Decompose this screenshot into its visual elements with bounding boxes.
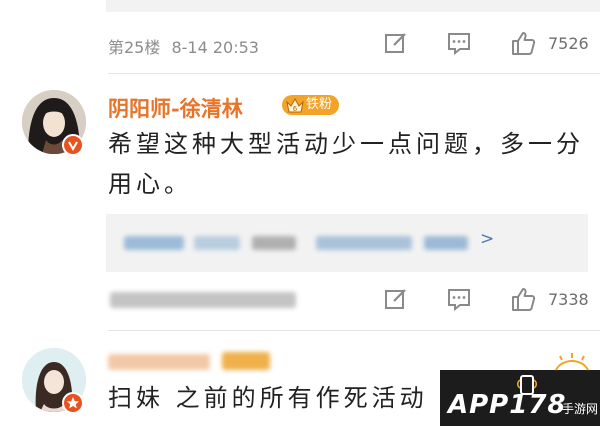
comment-icon[interactable]: [446, 30, 472, 56]
watermark-subtitle: 手游网: [562, 402, 599, 416]
reply-preview-redacted: [316, 236, 412, 250]
verified-badge-icon: [62, 392, 84, 414]
previous-reply-box: [106, 0, 600, 12]
like-icon[interactable]: [510, 30, 536, 56]
prev-floor-info: 第25楼 8-14 20:53: [108, 34, 259, 58]
reply-preview-redacted: [424, 236, 468, 250]
comment-text: 希望这种大型活动少一点问题，多一分用心。: [108, 130, 584, 198]
floor-info-redacted: [110, 292, 296, 308]
reply-preview-arrow[interactable]: >: [480, 229, 494, 249]
reply-preview-redacted: [124, 236, 184, 250]
decoration-icon: [555, 353, 589, 371]
watermark-brand: APP178: [448, 390, 567, 420]
weibo-comment-thread: 第25楼 8-14 20:53 7526 阴阳师-徐清林 6 铁粉 希望这种大型…: [0, 0, 600, 426]
reply-preview-box[interactable]: >: [106, 214, 588, 272]
floor-label: 第25楼: [108, 38, 161, 57]
like-icon[interactable]: [510, 286, 536, 312]
app178-watermark: APP178 手游网: [440, 370, 600, 426]
fan-crown-icon: 6: [286, 97, 304, 113]
like-count: 7338: [548, 290, 589, 309]
prev-comment-action-row: 第25楼 8-14 20:53 7526: [0, 26, 600, 66]
username-redacted: [108, 354, 210, 370]
verified-badge-icon: [62, 134, 84, 156]
badge-redacted: [222, 352, 270, 370]
like-count: 7526: [548, 34, 589, 53]
reply-preview-redacted: [252, 236, 296, 250]
edit-icon[interactable]: [383, 286, 409, 312]
timestamp: 8-14 20:53: [171, 38, 259, 57]
svg-text:6: 6: [293, 105, 298, 113]
comment-icon[interactable]: [446, 286, 472, 312]
divider: [108, 330, 600, 331]
divider: [108, 73, 600, 74]
fan-badge-label: 铁粉: [306, 97, 333, 112]
fan-badge: 6 铁粉: [282, 95, 340, 115]
edit-icon[interactable]: [383, 30, 409, 56]
comment-action-row: 7338: [0, 282, 600, 322]
reply-preview-redacted: [194, 236, 240, 250]
comment-username[interactable]: 阴阳师-徐清林: [108, 93, 243, 123]
